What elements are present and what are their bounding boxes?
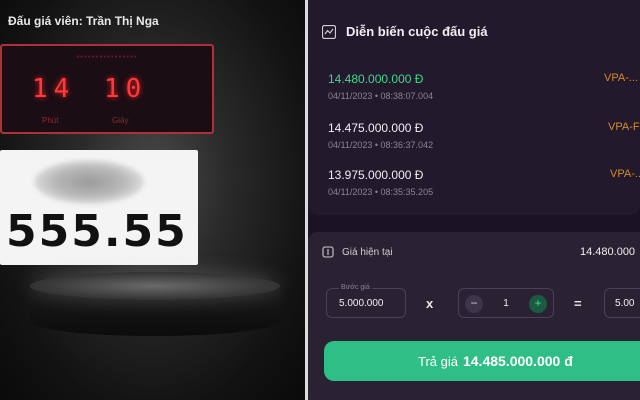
bidder-code: VPA-... bbox=[610, 168, 640, 180]
bidder-code: VPA-... bbox=[604, 72, 639, 84]
bid-time: 04/11/2023 • 08:35:35.205 bbox=[328, 187, 434, 197]
current-price-value: 14.480.000 bbox=[580, 246, 636, 258]
bid-history-row: 14.480.000.000 Đ 04/11/2023 • 08:38:07.0… bbox=[328, 72, 640, 101]
equals-sign: = bbox=[574, 296, 582, 311]
place-bid-label: Trả giá bbox=[418, 353, 458, 369]
bid-history-row: 14.475.000.000 Đ 04/11/2023 • 08:36:37.0… bbox=[328, 121, 640, 150]
current-price-label: Giá hiện tại bbox=[342, 246, 393, 258]
increment-button[interactable]: + bbox=[529, 295, 547, 313]
license-plate: 555.55 bbox=[0, 150, 198, 265]
bid-time: 04/11/2023 • 08:38:07.004 bbox=[328, 91, 434, 101]
countdown-timer: ▪▪▪▪▪▪▪▪▪▪▪▪▪▪▪▪ 14 10 Phút Giây bbox=[0, 44, 214, 134]
bidder-code: VPA-F bbox=[608, 121, 640, 133]
plate-number: 555.55 bbox=[6, 206, 188, 257]
bid-step-field[interactable]: Bước giá 5.000.000 bbox=[326, 284, 406, 318]
auctioneer-name: Đấu giá viên: Trần Thị Nga bbox=[8, 14, 159, 28]
bid-step-label: Bước giá bbox=[339, 284, 372, 291]
bid-history-title: Diễn biến cuộc đấu giá bbox=[346, 24, 488, 39]
bid-amount: 14.480.000.000 Đ bbox=[328, 72, 424, 86]
increment-total-value: 5.00 bbox=[615, 298, 635, 309]
auction-side-panel: Diễn biến cuộc đấu giá 14.480.000.000 Đ … bbox=[308, 0, 640, 400]
timer-minutes: 14 bbox=[32, 74, 76, 104]
bid-history-header: Diễn biến cuộc đấu giá bbox=[322, 24, 488, 39]
tag-icon bbox=[322, 246, 334, 258]
plate-blurred-region bbox=[34, 160, 144, 204]
bid-history: Diễn biến cuộc đấu giá 14.480.000.000 Đ … bbox=[308, 0, 640, 215]
place-bid-button[interactable]: Trả giá 14.485.000.000 đ bbox=[324, 341, 640, 381]
bid-panel: Giá hiện tại 14.480.000 Bước giá 5.000.0… bbox=[308, 232, 640, 400]
bid-amount: 14.475.000.000 Đ bbox=[328, 121, 424, 135]
place-bid-amount: 14.485.000.000 đ bbox=[462, 353, 573, 369]
podium-top bbox=[30, 272, 280, 300]
increment-total-field: 5.00 bbox=[604, 288, 640, 318]
timer-seconds: 10 bbox=[104, 74, 148, 104]
current-price-row: Giá hiện tại bbox=[322, 246, 393, 258]
quantity-stepper: − 1 + bbox=[458, 288, 554, 318]
chart-icon bbox=[322, 24, 336, 39]
bid-time: 04/11/2023 • 08:36:37.042 bbox=[328, 140, 434, 150]
timer-caption: ▪▪▪▪▪▪▪▪▪▪▪▪▪▪▪▪ bbox=[76, 52, 138, 61]
bid-history-row: 13.975.000.000 Đ 04/11/2023 • 08:35:35.2… bbox=[328, 168, 640, 197]
bid-amount: 13.975.000.000 Đ bbox=[328, 168, 424, 182]
multiply-sign: x bbox=[426, 296, 434, 311]
auction-video-panel: Đấu giá viên: Trần Thị Nga ▪▪▪▪▪▪▪▪▪▪▪▪▪… bbox=[0, 0, 305, 400]
timer-seconds-label: Giây bbox=[112, 116, 129, 125]
bid-step-value: 5.000.000 bbox=[339, 298, 384, 309]
timer-minutes-label: Phút bbox=[42, 116, 59, 125]
